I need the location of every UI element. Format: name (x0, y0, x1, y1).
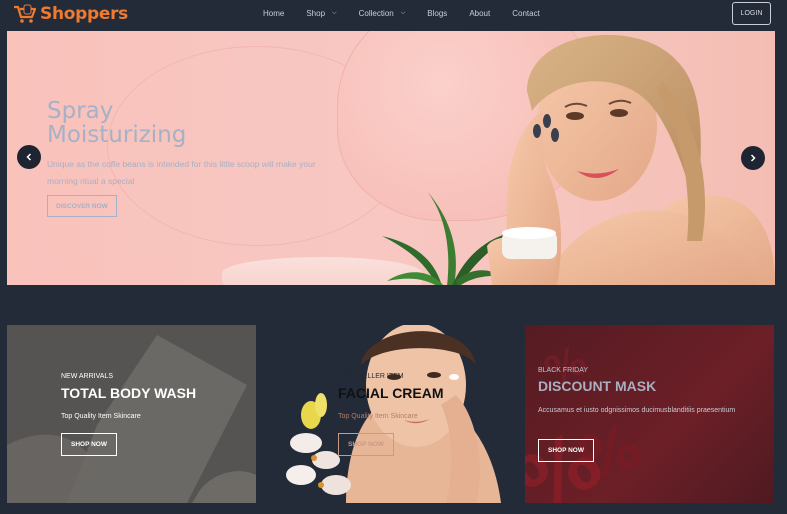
promo-tag: BEST SELLER ITEM (338, 373, 404, 380)
promo-tag: BLACK FRIDAY (538, 367, 589, 374)
login-button[interactable]: LOGIN (732, 2, 771, 25)
hero-subtitle: Unique as the coffe beans is intended fo… (47, 159, 316, 186)
nav-label: Blogs (427, 9, 448, 18)
brand-name: Shoppers (40, 4, 128, 24)
top-navbar: Shoppers Home Shop ⌵ Collection ⌵ Blogs Ab… (0, 0, 787, 31)
promo-card-facial-cream[interactable]: BEST SELLER ITEM FACIAL CREAM Top Qualit… (266, 325, 515, 503)
nav-label: Home (263, 9, 285, 18)
nav-label: About (469, 9, 491, 18)
chevron-down-icon: ⌵ (400, 10, 406, 16)
promo-card-body-wash[interactable]: NEW ARRIVALS TOTAL BODY WASH Top Quality… (7, 325, 256, 503)
shop-now-button[interactable]: SHOP NOW (338, 433, 394, 456)
shop-now-button[interactable]: SHOP NOW (61, 433, 117, 456)
promo-subtitle: Accusamus et iusto odgnissimos ducimusbl… (538, 407, 736, 414)
nav-item-shop[interactable]: Shop ⌵ (306, 9, 336, 18)
hero-title-line1: Spray (47, 98, 114, 124)
nav-label: Collection (358, 9, 394, 18)
slider-prev-button[interactable] (17, 145, 41, 169)
nav-item-home[interactable]: Home (263, 9, 284, 18)
hero-title-line2: Moisturizing (47, 122, 187, 148)
hero-slider: Spray Moisturizing Unique as the coffe b… (7, 31, 775, 285)
promo-tag: NEW ARRIVALS (61, 373, 113, 380)
promo-title: TOTAL BODY WASH (61, 385, 197, 401)
hero-model-image (487, 34, 775, 285)
nav-label: Shop (306, 9, 326, 18)
nav-item-collection[interactable]: Collection ⌵ (359, 9, 406, 18)
nav-item-blogs[interactable]: Blogs (427, 9, 447, 18)
promo-title: DISCOUNT MASK (538, 378, 657, 394)
discover-now-button[interactable]: DISCOVER NOW (47, 195, 117, 217)
promo-subtitle: Top Quality Item Skincare (61, 413, 141, 420)
chevron-down-icon: ⌵ (332, 10, 337, 16)
nav-label: Contact (512, 9, 540, 18)
chevron-right-icon (750, 154, 756, 162)
chevron-left-icon (26, 153, 32, 161)
slider-next-button[interactable] (741, 146, 765, 170)
shop-now-button[interactable]: SHOP NOW (538, 439, 594, 462)
hero-title: Spray Moisturizing (47, 99, 247, 147)
main-nav: Home Shop ⌵ Collection ⌵ Blogs About Conta… (263, 9, 562, 18)
brand-logo[interactable]: Shoppers (13, 3, 128, 25)
promo-subtitle: Top Quality Item Skincare (338, 413, 418, 420)
nav-item-contact[interactable]: Contact (512, 9, 540, 18)
nav-item-about[interactable]: About (469, 9, 490, 18)
cart-logo-icon (13, 4, 37, 24)
promo-title: FACIAL CREAM (338, 385, 444, 401)
promo-card-discount-mask[interactable]: % % % BLACK FRIDAY DISCOUNT MASK Accusam… (525, 325, 774, 503)
